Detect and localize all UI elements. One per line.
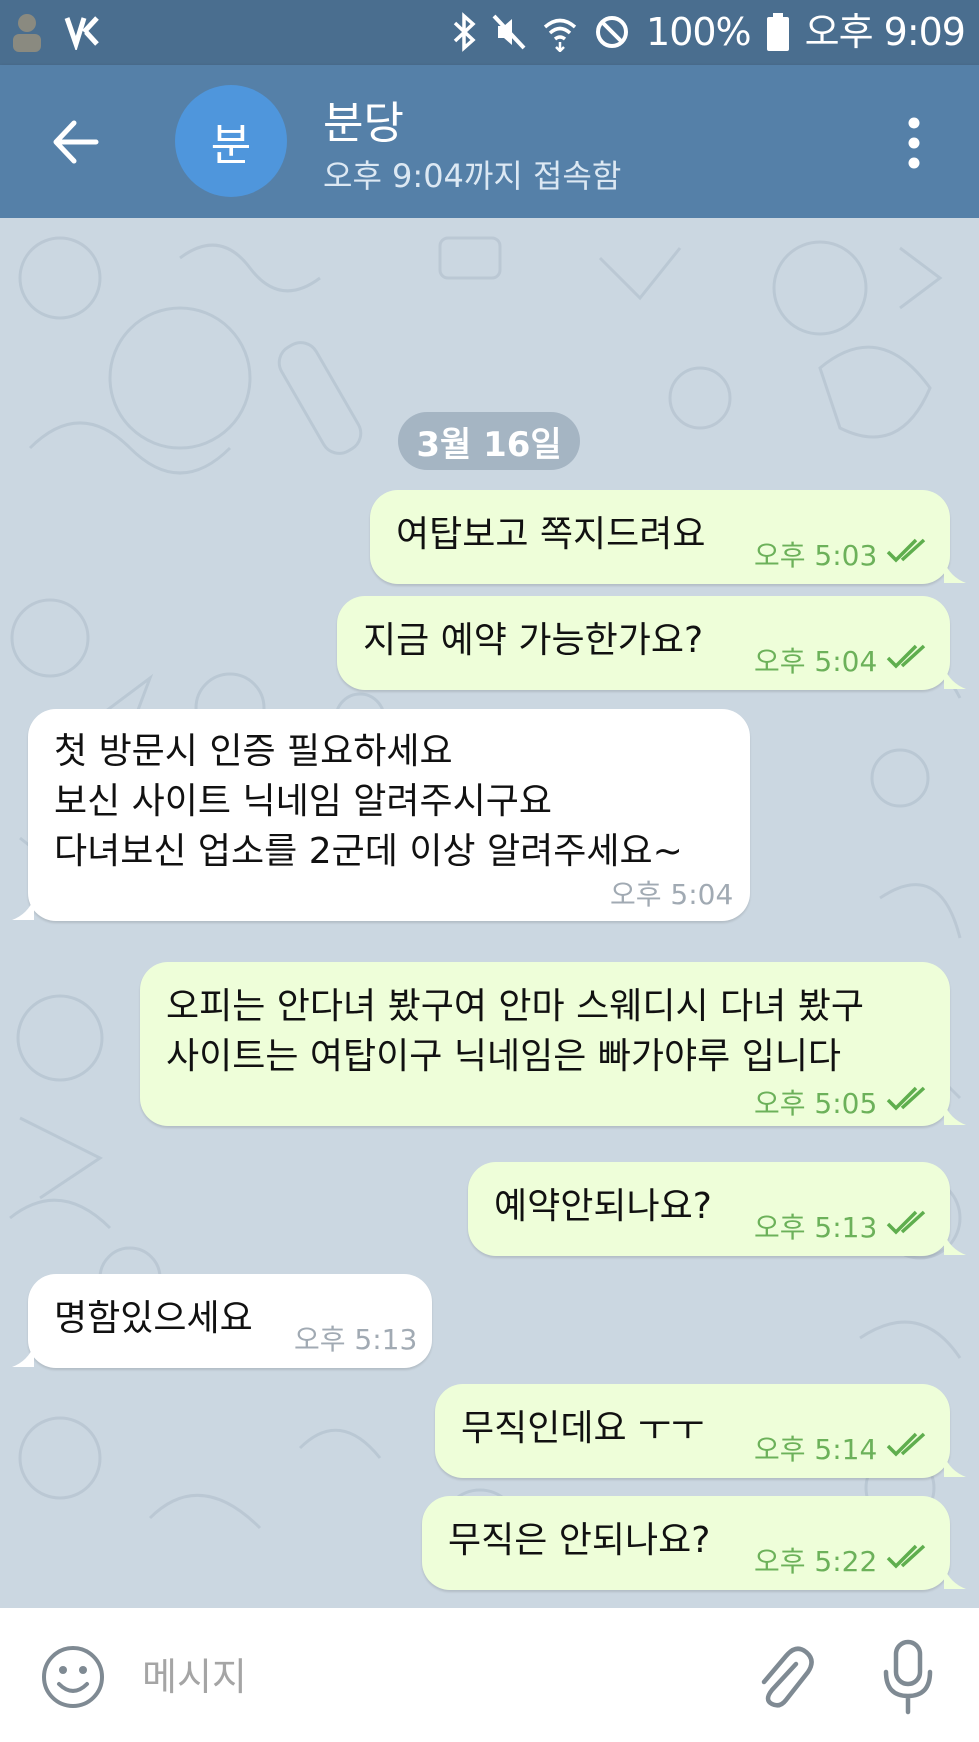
chat-header: 분 분당 오후 9:04까지 접속함: [0, 65, 979, 218]
clock: 오후 9:09: [804, 10, 966, 54]
message-time: 오후 5:13: [754, 1211, 878, 1244]
user-silhouette-icon: [13, 14, 41, 52]
double-check-icon: [886, 644, 926, 669]
message-input[interactable]: [140, 1648, 704, 1706]
message-text: 오피는 안다녀 봤구여 안마 스웨디시 다녀 봤구 사이트는 여탑이구 닉네임은…: [166, 986, 864, 1077]
avatar[interactable]: 분: [175, 85, 287, 197]
bubble-tail: [944, 1455, 966, 1477]
message-text: 여탑보고 쪽지드려요: [396, 514, 706, 555]
bubble-tail: [12, 1345, 34, 1367]
battery-icon: [766, 13, 789, 51]
date-separator: 3월 16일: [398, 412, 580, 470]
double-check-icon: [886, 1086, 926, 1111]
message-list[interactable]: 3월 16일 여탑보고 쪽지드려요 오후 5:03 지금 예약 가능한가요? 오…: [0, 218, 979, 1608]
message-text: 명함있으세요: [54, 1298, 253, 1339]
message-bubble-outgoing[interactable]: 무직인데요 ㅜㅜ 오후 5:14: [435, 1384, 950, 1478]
bubble-tail: [944, 1233, 966, 1255]
double-check-icon: [886, 538, 926, 563]
bubble-tail: [944, 561, 966, 583]
message-text: 첫 방문시 인증 필요하세요 보신 사이트 닉네임 알려주시구요 다녀보신 업소…: [54, 731, 683, 872]
bubble-tail: [944, 667, 966, 689]
message-input-bar: [0, 1608, 979, 1742]
app-logo-icon: [64, 16, 99, 50]
double-check-icon: [886, 1432, 926, 1457]
message-text: 지금 예약 가능한가요?: [363, 620, 704, 661]
bubble-tail: [944, 1103, 966, 1125]
message-time: 오후 5:14: [754, 1433, 878, 1466]
battery-percent: 100%: [646, 10, 752, 54]
message-bubble-incoming[interactable]: 첫 방문시 인증 필요하세요 보신 사이트 닉네임 알려주시구요 다녀보신 업소…: [28, 709, 750, 921]
message-time: 오후 5:13: [294, 1323, 418, 1356]
message-time: 오후 5:03: [754, 539, 878, 572]
message-bubble-outgoing[interactable]: 지금 예약 가능한가요? 오후 5:04: [337, 596, 950, 690]
microphone-icon[interactable]: [880, 1638, 936, 1716]
message-bubble-incoming[interactable]: 명함있으세요 오후 5:13: [28, 1274, 432, 1368]
message-time: 오후 5:22: [754, 1545, 878, 1578]
emoji-icon[interactable]: [40, 1644, 106, 1710]
attach-icon[interactable]: [752, 1642, 816, 1712]
message-time: 오후 5:04: [754, 645, 878, 678]
double-check-icon: [886, 1210, 926, 1235]
message-time: 오후 5:04: [610, 878, 734, 911]
blocked-icon: [596, 16, 629, 48]
back-arrow-icon[interactable]: [50, 117, 100, 167]
message-bubble-outgoing[interactable]: 오피는 안다녀 봤구여 안마 스웨디시 다녀 봤구 사이트는 여탑이구 닉네임은…: [140, 962, 950, 1126]
last-seen-status: 오후 9:04까지 접속함: [323, 157, 622, 195]
message-text: 무직인데요 ㅜㅜ: [461, 1408, 705, 1449]
bluetooth-icon: [453, 12, 476, 52]
message-text: 예약안되나요?: [494, 1186, 712, 1227]
wifi-icon: [543, 18, 577, 52]
bubble-tail: [12, 898, 34, 920]
bubble-tail: [944, 1567, 966, 1589]
more-vert-icon[interactable]: [900, 115, 928, 171]
status-bar: 100% 오후 9:09: [0, 0, 979, 65]
message-text: 무직은 안되나요?: [448, 1520, 711, 1561]
mute-icon: [492, 14, 526, 50]
message-bubble-outgoing[interactable]: 여탑보고 쪽지드려요 오후 5:03: [370, 490, 950, 584]
message-bubble-outgoing[interactable]: 무직은 안되나요? 오후 5:22: [422, 1496, 950, 1590]
contact-name[interactable]: 분당: [323, 87, 404, 151]
double-check-icon: [886, 1544, 926, 1569]
message-time: 오후 5:05: [754, 1087, 878, 1120]
message-bubble-outgoing[interactable]: 예약안되나요? 오후 5:13: [468, 1162, 950, 1256]
